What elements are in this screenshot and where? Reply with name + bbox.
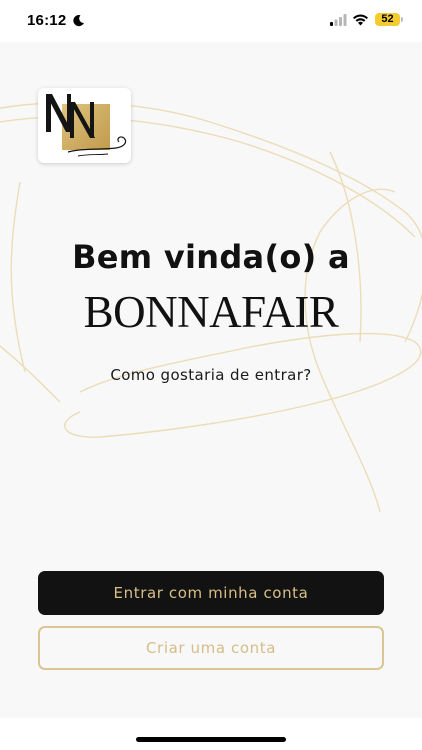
battery-icon: 52 (375, 13, 400, 26)
brand-logo (38, 88, 131, 163)
battery-tip (401, 17, 403, 22)
home-indicator[interactable] (136, 737, 286, 742)
wifi-icon (353, 14, 368, 26)
brand-name: BONNAFAIR (83, 287, 339, 337)
status-bar: 16:12 52 (0, 0, 422, 42)
login-button[interactable]: Entrar com minha conta (38, 571, 384, 615)
moon-icon (73, 14, 84, 27)
status-time: 16:12 (27, 12, 67, 29)
create-account-button[interactable]: Criar uma conta (38, 626, 384, 670)
monogram-icon (46, 94, 127, 157)
login-question: Como gostaria de entrar? (110, 366, 312, 384)
welcome-screen: Bem vinda(o) a BONNAFAIR Como gostaria d… (0, 42, 422, 718)
signal-icon (330, 14, 347, 26)
welcome-heading: Bem vinda(o) a (72, 238, 350, 276)
